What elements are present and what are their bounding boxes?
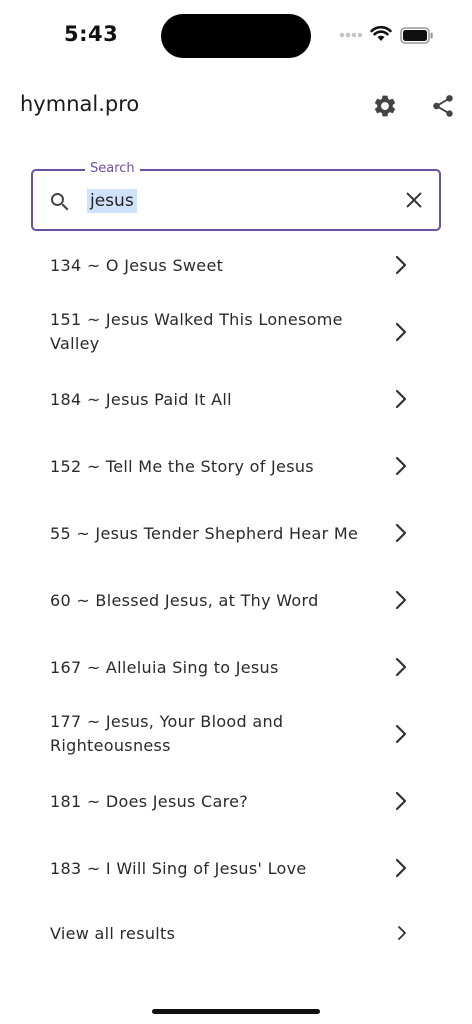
view-all-results-label: View all results — [50, 924, 176, 943]
result-item[interactable]: 184 ~ Jesus Paid It All — [0, 366, 472, 433]
result-item-label: 167 ~ Alleluia Sing to Jesus — [50, 658, 279, 677]
chevron-right-icon — [395, 389, 407, 409]
result-item[interactable]: 177 ~ Jesus, Your Blood and Righteousnes… — [0, 701, 472, 768]
chevron-right-icon — [392, 723, 410, 749]
result-item[interactable]: 152 ~ Tell Me the Story of Jesus — [0, 433, 472, 500]
chevron-right-icon — [392, 790, 410, 816]
result-item-label: 60 ~ Blessed Jesus, at Thy Word — [50, 591, 319, 610]
chevron-right-icon — [395, 255, 407, 275]
result-item[interactable]: 55 ~ Jesus Tender Shepherd Hear Me — [0, 500, 472, 567]
result-item-label: 151 ~ Jesus Walked This Lonesome Valley — [50, 310, 343, 353]
share-button[interactable] — [427, 90, 459, 122]
home-indicator — [152, 1009, 320, 1014]
clear-search-button[interactable] — [401, 187, 427, 213]
result-item-label: 181 ~ Does Jesus Care? — [50, 792, 249, 811]
search-field[interactable]: Search jesus — [31, 161, 441, 231]
search-icon — [51, 193, 69, 211]
chevron-right-icon — [395, 322, 407, 342]
result-item[interactable]: 181 ~ Does Jesus Care? — [0, 768, 472, 835]
gear-icon — [374, 95, 396, 117]
chevron-right-icon — [395, 456, 407, 476]
result-item-label: 55 ~ Jesus Tender Shepherd Hear Me — [50, 524, 359, 543]
chevron-right-icon — [392, 656, 410, 682]
result-item[interactable]: 134 ~ O Jesus Sweet — [0, 232, 472, 299]
chevron-right-icon — [395, 858, 407, 878]
result-item-label: 152 ~ Tell Me the Story of Jesus — [50, 457, 314, 476]
share-icon — [433, 95, 453, 117]
result-item[interactable]: 167 ~ Alleluia Sing to Jesus — [0, 634, 472, 701]
chevron-right-icon — [395, 523, 407, 543]
result-item-label: 184 ~ Jesus Paid It All — [50, 390, 232, 409]
wifi-icon — [370, 26, 392, 41]
chevron-right-icon — [395, 924, 409, 946]
battery-icon — [400, 27, 433, 44]
settings-button[interactable] — [369, 90, 401, 122]
search-input[interactable]: jesus — [87, 189, 137, 213]
result-item[interactable]: 183 ~ I Will Sing of Jesus' Love — [0, 835, 472, 902]
chevron-right-icon — [395, 657, 407, 677]
status-time: 5:43 — [64, 22, 119, 46]
result-item-label: 177 ~ Jesus, Your Blood and Righteousnes… — [50, 712, 284, 755]
chevron-right-icon — [392, 589, 410, 615]
result-item[interactable]: 60 ~ Blessed Jesus, at Thy Word — [0, 567, 472, 634]
chevron-right-icon — [395, 791, 407, 811]
close-icon — [406, 192, 422, 208]
chevron-right-icon — [398, 926, 406, 940]
dynamic-island — [161, 14, 311, 58]
chevron-right-icon — [392, 388, 410, 414]
search-input-box[interactable]: Search jesus — [31, 161, 441, 231]
cellular-signal-icon — [339, 32, 363, 38]
status-bar: 5:43 — [0, 0, 472, 70]
search-label: Search — [85, 161, 140, 176]
result-item-label: 183 ~ I Will Sing of Jesus' Love — [50, 859, 307, 878]
result-item[interactable]: 151 ~ Jesus Walked This Lonesome Valley — [0, 299, 472, 366]
chevron-right-icon — [392, 455, 410, 481]
app-header: hymnal.pro — [0, 78, 472, 134]
chevron-right-icon — [392, 522, 410, 548]
chevron-right-icon — [392, 857, 410, 883]
chevron-right-icon — [392, 321, 410, 347]
chevron-right-icon — [392, 254, 410, 280]
app-title: hymnal.pro — [20, 92, 140, 116]
result-item-label: 134 ~ O Jesus Sweet — [50, 256, 224, 275]
chevron-right-icon — [395, 590, 407, 610]
chevron-right-icon — [395, 724, 407, 744]
view-all-results-link[interactable]: View all results — [0, 914, 472, 954]
